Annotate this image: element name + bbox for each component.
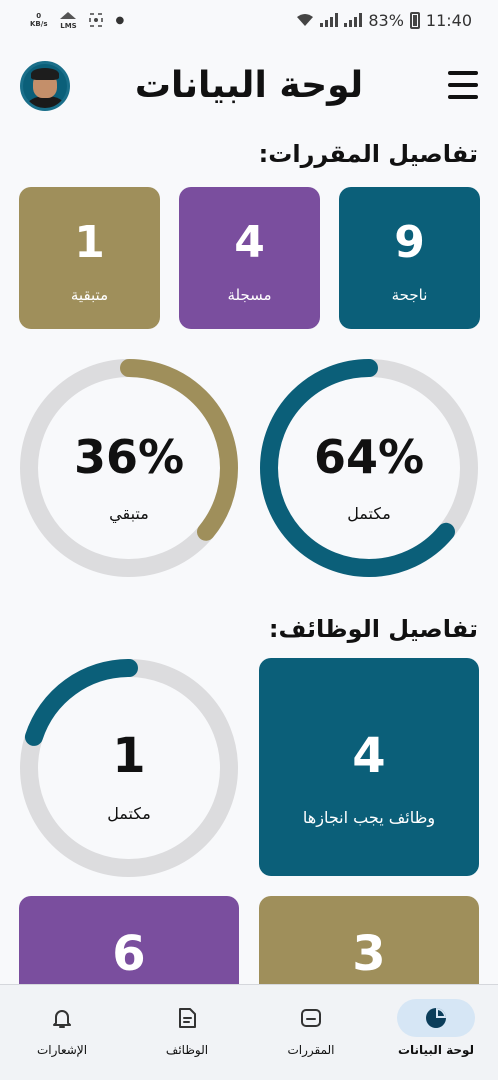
tasks-completed-count: 1	[112, 728, 146, 784]
nav-label-courses: المقررات	[287, 1043, 335, 1057]
network-speed-unit: KB/s	[30, 20, 48, 28]
courses-completed-label: مكتمل	[347, 504, 391, 523]
folder-icon	[301, 1009, 321, 1027]
courses-remaining-ring: 36% متبقي	[19, 358, 239, 578]
tasks-due-label: وظائف يجب انجازها	[302, 808, 436, 827]
pie-chart-icon	[426, 1008, 446, 1028]
dot-icon: ●	[115, 14, 125, 26]
remaining-courses-count: 1	[74, 217, 105, 268]
courses-completed-ring: 64% مكتمل	[259, 358, 479, 578]
bottom-navigation: لوحة البيانات المقررات الوظائف الإشعارات	[0, 984, 498, 1080]
clock: 11:40	[425, 10, 472, 30]
courses-completed-percent: 64%	[313, 430, 425, 484]
nav-label-tasks: الوظائف	[165, 1043, 209, 1057]
status-left: 0 KB/s LMS ●	[30, 11, 124, 30]
nav-item-courses[interactable]: المقررات	[261, 999, 361, 1057]
menu-icon[interactable]	[448, 71, 478, 99]
tasks-completed-ring: 1 مكتمل	[19, 658, 239, 878]
screenshot-icon	[89, 13, 104, 27]
remaining-courses-label: متبقية	[70, 286, 109, 304]
battery-percent: 83%	[368, 10, 404, 30]
lms-notification-icon: LMS	[59, 11, 77, 30]
network-speed: 0 KB/s	[30, 12, 47, 28]
page-title: لوحة البيانات	[134, 65, 364, 106]
bell-icon	[53, 1010, 71, 1028]
tasks-purple-count: 6	[112, 926, 146, 982]
signal-icon	[320, 13, 339, 27]
tasks-olive-count: 3	[352, 926, 386, 982]
tasks-section-title: تفاصيل الوظائف:	[268, 615, 478, 643]
nav-label-notifications: الإشعارات	[36, 1043, 88, 1057]
battery-icon	[409, 11, 420, 29]
tasks-due-count: 4	[352, 728, 386, 784]
registered-courses-count: 4	[234, 217, 265, 268]
wifi-icon	[297, 14, 314, 26]
signal-icon-2	[344, 13, 363, 27]
courses-section-title: تفاصيل المقررات:	[258, 140, 478, 168]
registered-courses-card[interactable]: 4 مسجلة	[179, 187, 320, 329]
remaining-courses-card[interactable]: 1 متبقية	[19, 187, 160, 329]
status-right: 83% 11:40	[296, 11, 472, 30]
registered-courses-label: مسجلة	[227, 286, 272, 304]
document-icon	[179, 1008, 196, 1028]
nav-item-tasks[interactable]: الوظائف	[137, 999, 237, 1057]
network-speed-value: 0	[36, 12, 42, 20]
app-header: لوحة البيانات	[0, 55, 498, 120]
nav-item-notifications[interactable]: الإشعارات	[12, 999, 112, 1057]
passed-courses-count: 9	[394, 217, 425, 268]
lms-label: LMS	[60, 21, 77, 30]
nav-item-dashboard[interactable]: لوحة البيانات	[386, 999, 486, 1057]
passed-courses-card[interactable]: 9 ناجحة	[339, 187, 480, 329]
status-bar: 0 KB/s LMS ● 83% 11:40	[0, 0, 498, 40]
passed-courses-label: ناجحة	[391, 286, 428, 304]
nav-label-dashboard: لوحة البيانات	[397, 1043, 475, 1057]
courses-remaining-percent: 36%	[73, 430, 185, 484]
tasks-due-card[interactable]: 4 وظائف يجب انجازها	[259, 658, 479, 876]
courses-remaining-label: متبقي	[109, 504, 149, 523]
tasks-completed-label: مكتمل	[107, 804, 151, 823]
